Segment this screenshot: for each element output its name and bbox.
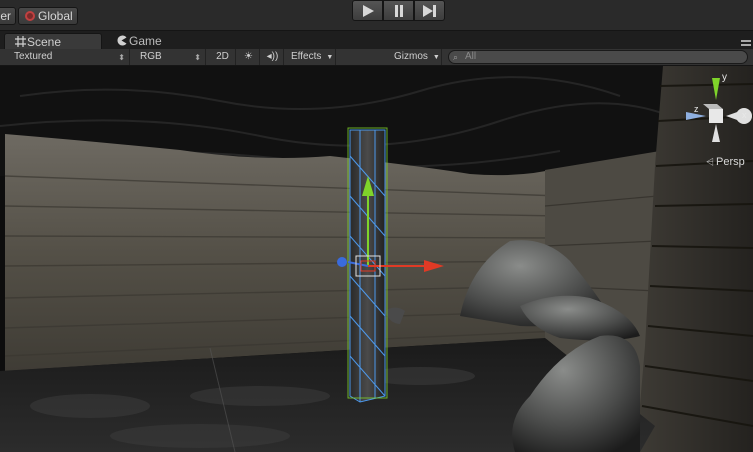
scene-lighting-button[interactable]: ☀ [238, 49, 260, 65]
dropdown-arrow-icon: ⬍ [194, 53, 201, 62]
main-toolbar: er Global [0, 0, 753, 31]
gizmos-dropdown[interactable]: Gizmos ▼ [390, 49, 442, 65]
pivot-label: er [0, 9, 11, 23]
effects-label: Effects [291, 51, 322, 62]
view-tab-bar: Scene Game [0, 31, 753, 50]
search-icon: ⌕ [453, 52, 459, 62]
chevron-down-icon: ▼ [326, 54, 334, 61]
pause-button[interactable] [383, 0, 414, 21]
gizmo-z-label: z [694, 104, 699, 114]
speaker-icon: ◂)) [266, 51, 279, 62]
gizmo-y-label: y [722, 72, 727, 83]
scene-render: y z x [0, 66, 753, 452]
scene-toolbar: Textured ⬍ RGB ⬍ 2D ☀ ◂)) Effects ▼ Gizmos ▼… [0, 49, 753, 66]
gizmo-x-label: x [742, 110, 747, 120]
scene-grid-icon [15, 36, 26, 47]
color-mode-dropdown[interactable]: RGB ⬍ [134, 49, 206, 65]
play-icon [362, 4, 374, 17]
tab-game[interactable]: Game [106, 33, 186, 50]
game-pacman-icon [117, 35, 127, 46]
global-icon [25, 11, 35, 21]
2d-mode-label: 2D [216, 51, 229, 62]
render-mode-dropdown[interactable]: Textured ⬍ [8, 49, 130, 65]
projection-toggle[interactable]: ⩤ Persp [706, 156, 745, 168]
projection-label: Persp [716, 156, 745, 168]
scene-audio-button[interactable]: ◂)) [262, 49, 284, 65]
pause-icon [394, 4, 403, 17]
global-label: Global [38, 9, 73, 23]
projection-bars-icon: ⩤ [706, 157, 714, 168]
search-placeholder: All [465, 51, 477, 62]
effects-dropdown[interactable]: Effects ▼ [288, 49, 336, 65]
tab-scene-label: Scene [27, 35, 62, 49]
sun-icon: ☀ [244, 51, 253, 62]
hierarchy-search-input[interactable]: ⌕ All [448, 50, 748, 64]
tab-menu-icon[interactable] [741, 37, 751, 46]
render-mode-value: Textured [14, 51, 53, 62]
2d-mode-button[interactable]: 2D [210, 49, 236, 65]
step-icon [422, 4, 436, 17]
chevron-down-icon: ▼ [432, 54, 440, 61]
scene-viewport[interactable]: y z x ⩤ Persp [0, 66, 753, 452]
tab-scene[interactable]: Scene [4, 33, 102, 50]
gizmos-label: Gizmos [394, 51, 428, 62]
tab-game-label: Game [129, 34, 162, 48]
dropdown-arrow-icon: ⬍ [118, 53, 125, 62]
color-mode-value: RGB [140, 51, 162, 62]
step-button[interactable] [414, 0, 445, 21]
play-button[interactable] [352, 0, 383, 21]
global-toggle-button[interactable]: Global [18, 7, 78, 25]
pivot-toggle-button[interactable]: er [0, 7, 16, 25]
